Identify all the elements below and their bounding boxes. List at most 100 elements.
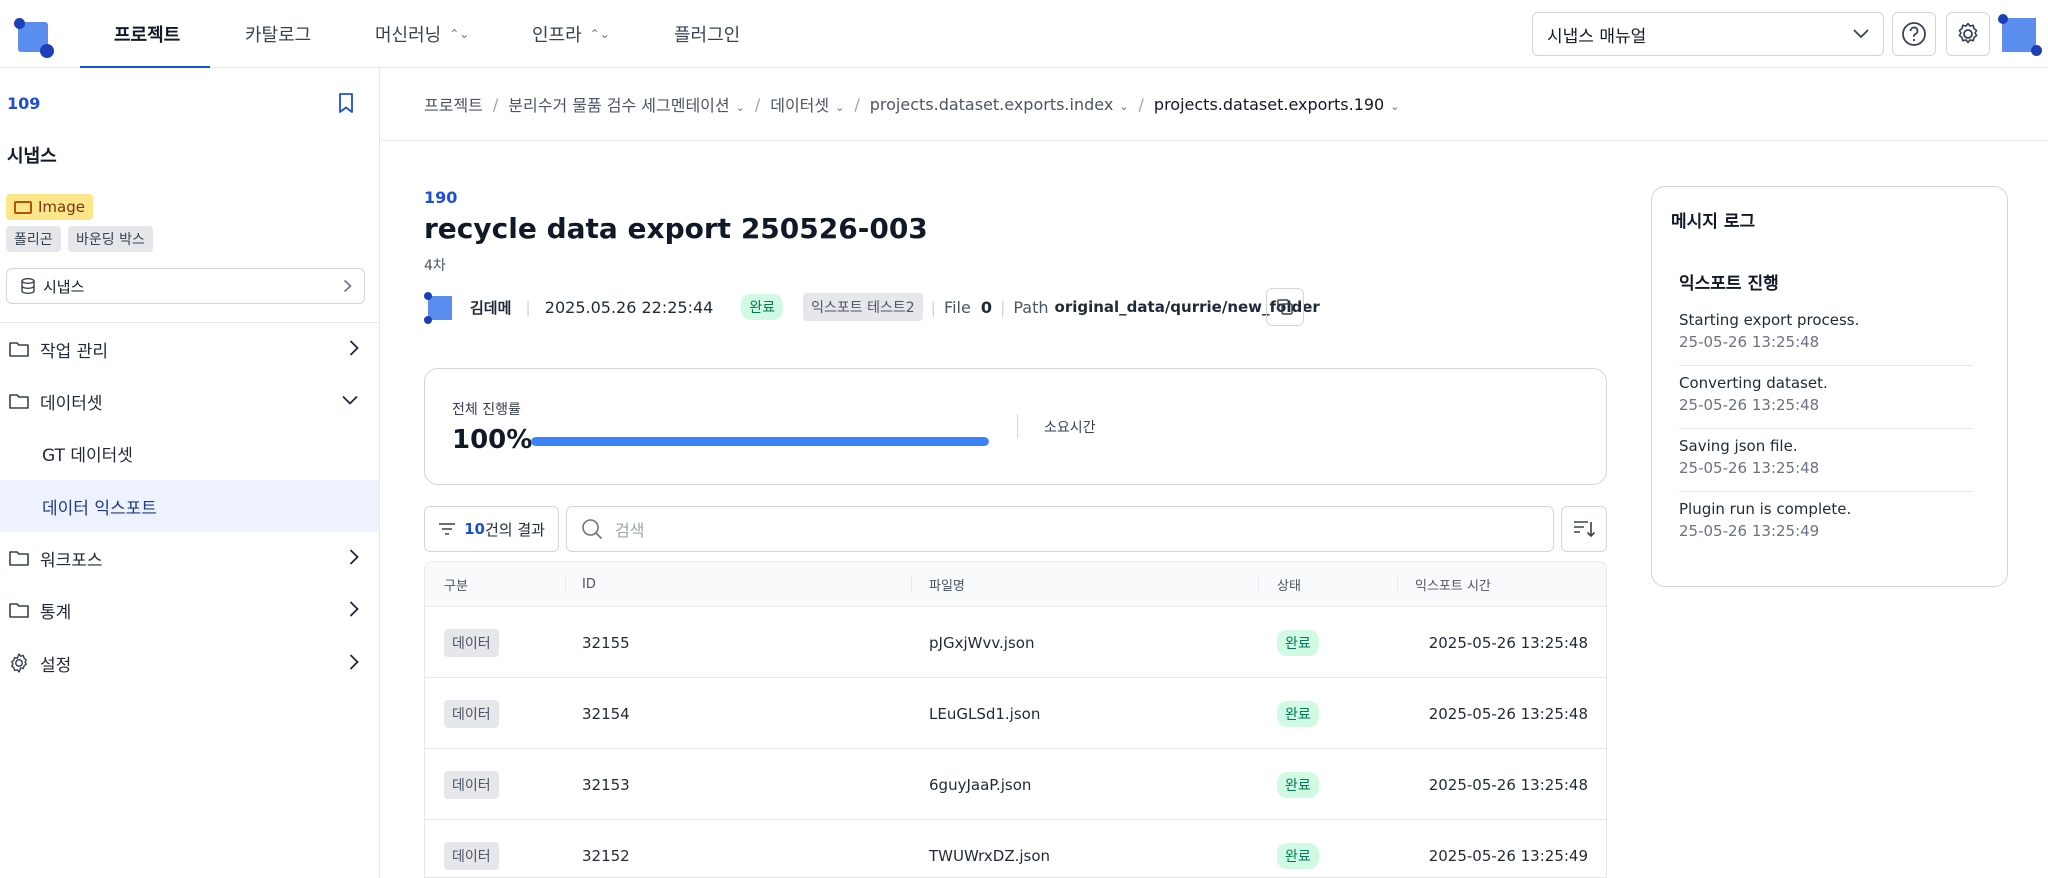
chevron-right-icon <box>349 340 359 356</box>
bookmark-button[interactable] <box>336 92 356 118</box>
export-round: 4차 <box>424 258 446 274</box>
annotation-tag: 폴리곤 <box>6 226 61 252</box>
log-timestamp: 25-05-26 13:25:48 <box>1679 459 1820 477</box>
export-id: 190 <box>424 188 458 207</box>
folder-icon <box>9 342 29 357</box>
manual-select-value: 시냅스 매뉴얼 <box>1547 26 1647 47</box>
column-divider <box>911 576 912 592</box>
row-type-badge: 데이터 <box>444 699 499 728</box>
log-message: Starting export process. <box>1679 311 1860 329</box>
sidebar: 109 시냅스 Image 폴리곤 바운딩 박스 시냅스 작업 관리 데이터셋 … <box>0 68 380 878</box>
result-suffix: 건의 결과 <box>484 520 545 539</box>
message-log-title: 메시지 로그 <box>1671 212 1756 232</box>
user-avatar[interactable] <box>1998 12 2042 56</box>
sidebar-item-label: 데이터 익스포트 <box>42 498 157 519</box>
author-name: 김데메 <box>470 298 512 317</box>
log-entry: Saving json file. 25-05-26 13:25:48 <box>1679 429 1972 492</box>
log-message: Plugin run is complete. <box>1679 500 1852 518</box>
breadcrumb-item[interactable]: 데이터셋 ⌄ <box>770 92 844 116</box>
sidebar-item-dataset[interactable]: 데이터셋 <box>0 375 379 427</box>
breadcrumb-item[interactable]: projects.dataset.exports.index ⌄ <box>870 95 1129 114</box>
nav-tab-machine-learning[interactable]: 머신러닝 ⌃⌄ <box>375 0 469 68</box>
sidebar-item-data-export[interactable]: 데이터 익스포트 <box>0 480 379 532</box>
row-status-badge: 완료 <box>1277 842 1319 869</box>
nav-tab-label: 프로젝트 <box>114 25 181 46</box>
manual-select[interactable]: 시냅스 매뉴얼 <box>1532 12 1884 56</box>
log-section-title: 익스포트 진행 <box>1679 274 1779 294</box>
nav-tab-plugins[interactable]: 플러그인 <box>674 0 740 68</box>
row-id: 32152 <box>582 846 630 865</box>
table-row[interactable]: 데이터 32153 6guyJaaP.json 완료 2025-05-26 13… <box>425 749 1606 820</box>
nav-tab-label: 머신러닝 <box>375 25 442 46</box>
column-header-status[interactable]: 상태 <box>1277 562 1301 607</box>
author-avatar <box>424 292 454 324</box>
search-icon <box>582 519 603 540</box>
row-status-badge: 완료 <box>1277 629 1319 656</box>
export-table: 구분 ID 파일명 상태 익스포트 시간 데이터 32155 pJGxjWvv.… <box>424 561 1607 878</box>
breadcrumb-item-current[interactable]: projects.dataset.exports.190 ⌄ <box>1154 95 1400 114</box>
column-header-id[interactable]: ID <box>582 562 596 607</box>
column-header-type[interactable]: 구분 <box>444 562 468 607</box>
nav-tab-projects[interactable]: 프로젝트 <box>114 0 180 68</box>
chevron-right-icon <box>349 549 359 565</box>
project-id: 109 <box>7 94 41 113</box>
row-id: 32154 <box>582 704 630 723</box>
copy-icon <box>1277 299 1293 315</box>
row-type-badge: 데이터 <box>444 841 499 870</box>
search-input[interactable]: 검색 <box>566 506 1554 552</box>
log-message: Converting dataset. <box>1679 374 1828 392</box>
settings-button[interactable] <box>1946 12 1990 56</box>
sort-button[interactable] <box>1561 506 1607 552</box>
breadcrumb-separator: / <box>1138 94 1144 114</box>
project-select[interactable]: 시냅스 <box>6 268 365 304</box>
folder-icon <box>9 603 29 618</box>
file-count: 0 <box>980 297 992 317</box>
table-header: 구분 ID 파일명 상태 익스포트 시간 <box>425 562 1606 607</box>
breadcrumb-item[interactable]: 분리수거 물품 검수 세그멘테이션 ⌄ <box>508 92 745 116</box>
filter-icon <box>439 523 456 535</box>
row-filename: pJGxjWvv.json <box>929 633 1035 652</box>
chevron-down-icon <box>342 395 358 405</box>
export-meta: 김데메 | 2025.05.26 22:25:44 완료 익스포트 테스트2 |… <box>424 287 1320 327</box>
table-row[interactable]: 데이터 32155 pJGxjWvv.json 완료 2025-05-26 13… <box>425 607 1606 678</box>
image-type-tag: Image <box>6 194 93 220</box>
sidebar-item-gt-dataset[interactable]: GT 데이터셋 <box>0 427 379 479</box>
app-logo[interactable] <box>14 18 54 58</box>
sidebar-item-workforce[interactable]: 워크포스 <box>0 532 379 584</box>
chevron-down-icon <box>1853 29 1869 39</box>
sort-icon <box>1574 521 1596 538</box>
sidebar-item-task-management[interactable]: 작업 관리 <box>0 323 379 375</box>
filter-button[interactable]: 10 건의 결과 <box>424 506 559 552</box>
chevron-down-icon: ⌄ <box>1390 99 1400 113</box>
file-label: File <box>944 297 971 317</box>
table-row[interactable]: 데이터 32152 TWUWrxDZ.json 완료 2025-05-26 13… <box>425 820 1606 877</box>
copy-path-button[interactable] <box>1266 288 1304 326</box>
project-select-value: 시냅스 <box>43 277 85 296</box>
sidebar-item-label: GT 데이터셋 <box>42 445 133 466</box>
log-timestamp: 25-05-26 13:25:49 <box>1679 522 1820 540</box>
row-filename: TWUWrxDZ.json <box>929 846 1051 865</box>
help-button[interactable] <box>1892 12 1936 56</box>
chevron-down-icon: ⌄ <box>1119 99 1129 113</box>
breadcrumb-item[interactable]: 프로젝트 <box>424 92 483 116</box>
nav-tab-catalog[interactable]: 카탈로그 <box>245 0 311 68</box>
progress-label: 전체 진행률 <box>452 402 521 418</box>
chevron-right-icon <box>349 654 359 670</box>
sidebar-item-settings[interactable]: 설정 <box>0 637 379 689</box>
chevron-updown-icon: ⌃⌄ <box>449 27 470 41</box>
row-status-badge: 완료 <box>1277 771 1319 798</box>
folder-icon <box>9 394 29 409</box>
log-message: Saving json file. <box>1679 437 1798 455</box>
log-entry: Converting dataset. 25-05-26 13:25:48 <box>1679 366 1972 429</box>
sidebar-item-statistics[interactable]: 통계 <box>0 584 379 636</box>
gear-icon <box>1958 22 1978 44</box>
database-icon <box>21 278 35 295</box>
table-row[interactable]: 데이터 32154 LEuGLSd1.json 완료 2025-05-26 13… <box>425 678 1606 749</box>
chevron-down-icon: ⌄ <box>835 101 845 114</box>
nav-tab-infra[interactable]: 인프라 ⌃⌄ <box>532 0 610 68</box>
row-export-time: 2025-05-26 13:25:48 <box>1428 633 1588 652</box>
row-type-badge: 데이터 <box>444 770 499 799</box>
column-header-filename[interactable]: 파일명 <box>929 562 965 607</box>
column-header-export-time[interactable]: 익스포트 시간 <box>1415 562 1491 607</box>
sidebar-item-label: 데이터셋 <box>40 393 103 414</box>
